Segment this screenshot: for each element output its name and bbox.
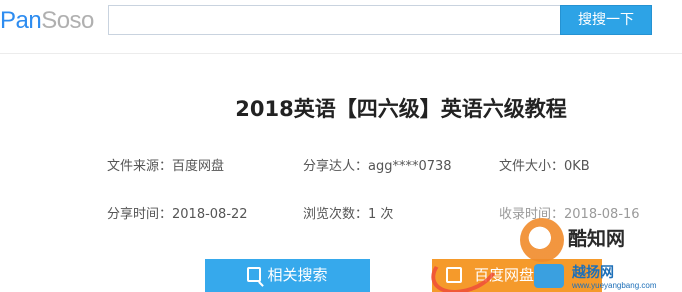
watermark-name: 酷知网 xyxy=(568,228,626,250)
page-title: 2018英语【四六级】英语六级教程 xyxy=(235,97,567,121)
share-time: 分享时间：2018-08-22 xyxy=(107,207,248,222)
search-input[interactable] xyxy=(108,5,561,35)
watermark: 酷知网 越扬网 www.yueyangbang.com xyxy=(424,218,682,292)
view-count: 浏览次数：1 次 xyxy=(303,207,394,222)
search-button[interactable]: 搜搜一下 xyxy=(560,5,652,35)
watermark-site: 越扬网 xyxy=(572,265,614,281)
related-search-button[interactable]: 相关搜索 xyxy=(205,259,370,292)
watermark-url: www.yueyangbang.com xyxy=(572,281,657,290)
related-search-label: 相关搜索 xyxy=(267,266,328,284)
watermark-logo-icon xyxy=(520,218,564,262)
watermark-badge-icon xyxy=(534,264,564,288)
header-bar: PanSoso 搜搜一下 xyxy=(0,0,682,54)
file-source: 文件来源：百度网盘 xyxy=(107,159,225,174)
logo-pan-text: Pan xyxy=(0,7,42,34)
search-doc-icon xyxy=(247,267,262,282)
pansoso-logo[interactable]: PanSoso xyxy=(0,7,94,35)
file-sharer: 分享达人：agg****0738 xyxy=(303,159,452,174)
logo-soso-text: Soso xyxy=(41,7,94,34)
file-size: 文件大小：0KB xyxy=(499,159,590,174)
